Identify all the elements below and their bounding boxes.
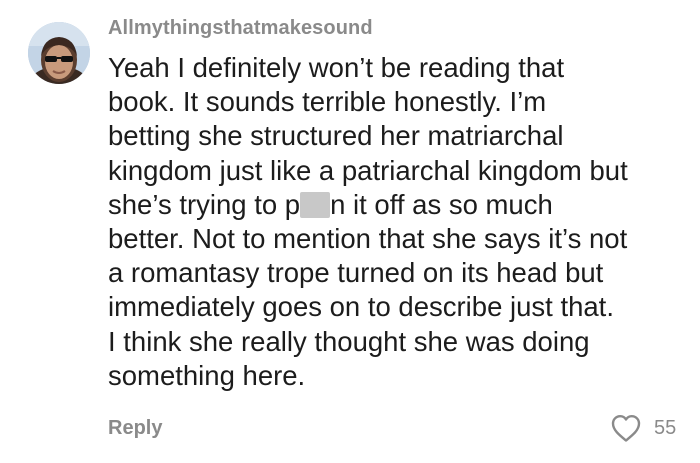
comment-line: better. Not to mention that she says it’… xyxy=(108,223,628,255)
comment-line-part: she’s trying to p xyxy=(108,188,301,220)
avatar[interactable] xyxy=(28,22,90,84)
comment-line: immediately goes on to describe just tha… xyxy=(108,291,614,323)
comment-line: something here. xyxy=(108,359,306,391)
comment-body: Yeah I definitely won’t be reading that … xyxy=(108,51,693,393)
comment-line: betting she structured her matriarchal xyxy=(108,120,564,152)
comment-line: Yeah I definitely won’t be reading that xyxy=(108,52,565,83)
comment-line: a romantasy trope turned on its head but xyxy=(108,257,604,289)
comment-line: book. It sounds terrible honestly. I’m xyxy=(108,86,547,118)
comment-author[interactable]: Allmythingsthatmakesound xyxy=(108,17,373,40)
comment-line: kingdom just like a patriarchal kingdom … xyxy=(108,154,628,186)
heart-outline-icon[interactable] xyxy=(610,413,642,443)
reply-button[interactable]: Reply xyxy=(108,417,162,440)
avatar-image xyxy=(28,22,90,84)
comment: Allmythingsthatmakesound Yeah I definite… xyxy=(0,0,700,463)
like-button[interactable]: 55 xyxy=(610,413,676,443)
censored-blur xyxy=(300,191,331,218)
comment-line-part: n it off as so much xyxy=(330,188,553,220)
like-count: 55 xyxy=(654,416,677,439)
comment-line: she’s trying to p n it off as so much xyxy=(108,188,693,222)
comment-line: I think she really thought she was doing xyxy=(108,325,590,357)
